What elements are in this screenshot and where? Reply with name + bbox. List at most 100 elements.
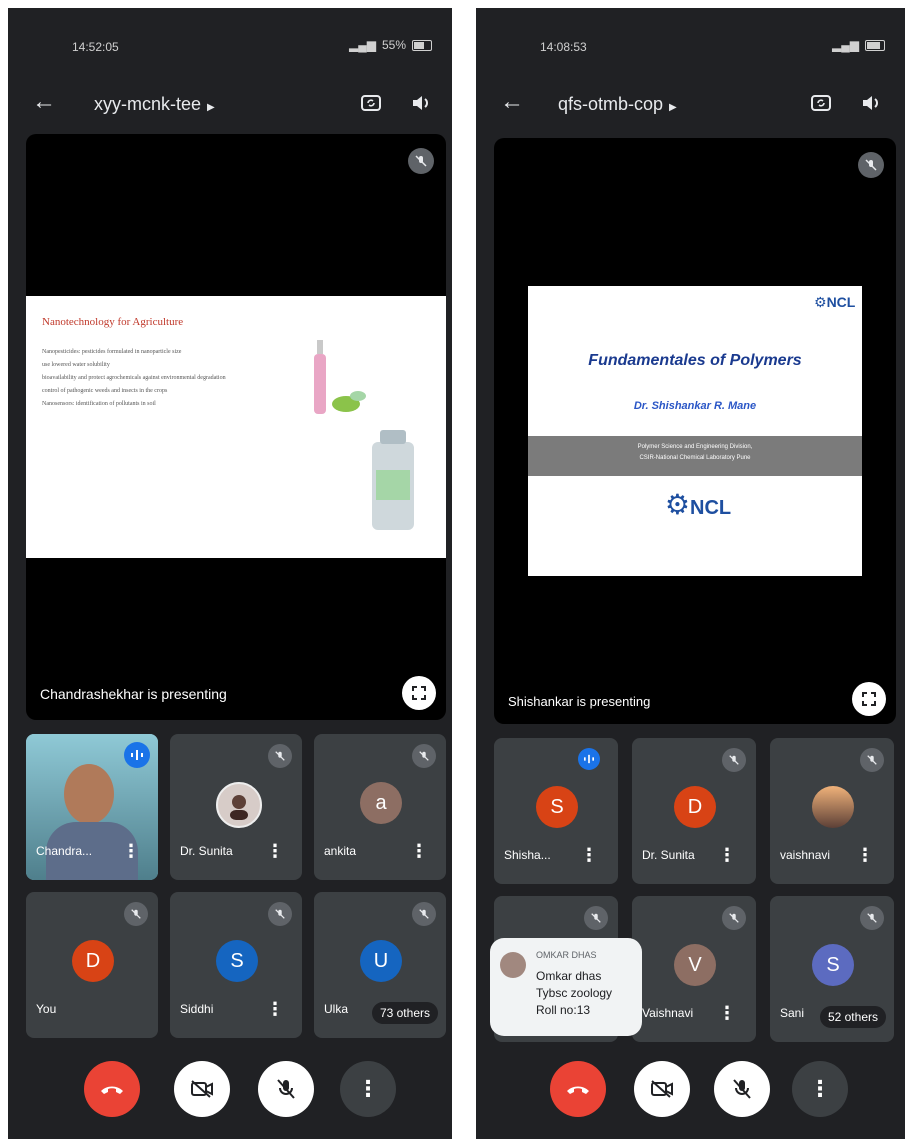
- logo-text: NCL: [826, 294, 856, 310]
- avatar: [216, 782, 262, 828]
- slide-bullet: bioavailability and protect agrochemical…: [42, 375, 226, 381]
- more-options-icon[interactable]: ⋮: [718, 845, 736, 866]
- division-line: CSIR-National Chemical Laboratory Pune: [639, 455, 751, 461]
- participant-name: Siddhi: [180, 1002, 214, 1016]
- back-arrow-icon[interactable]: ←: [32, 88, 56, 116]
- more-options-icon[interactable]: ⋮: [856, 845, 874, 866]
- mic-off-button[interactable]: [258, 1061, 314, 1117]
- participant-name: Dr. Sunita: [642, 848, 695, 862]
- more-options-button[interactable]: ⋮: [792, 1061, 848, 1117]
- status-time: 14:08:53: [540, 40, 587, 54]
- battery-icon: [412, 39, 432, 51]
- left-phone-screen: 14:52:05 ▂▄▆ 55% ← xyy-mcnk-tee ▶ Nanotec…: [8, 8, 452, 1139]
- chat-sender: OMKAR DHAS: [536, 950, 597, 960]
- slide-title: Nanotechnology for Agriculture: [42, 316, 184, 328]
- status-bar: 14:52:05 ▂▄▆ 55%: [8, 8, 452, 68]
- meeting-code-text: xyy-mcnk-tee: [94, 94, 202, 114]
- avatar: D: [674, 786, 716, 828]
- more-options-icon[interactable]: ⋮: [580, 845, 598, 866]
- hang-up-button[interactable]: [550, 1061, 606, 1117]
- status-bar: 14:08:53 ▂▄▆: [476, 8, 905, 68]
- mic-off-icon: [584, 906, 608, 930]
- call-controls: ⋮: [8, 1061, 452, 1121]
- mic-off-button[interactable]: [714, 1061, 770, 1117]
- switch-camera-icon[interactable]: [806, 88, 836, 118]
- caret-right-icon: ▶: [207, 102, 215, 113]
- participant-name: You: [36, 1002, 57, 1016]
- switch-camera-icon[interactable]: [356, 88, 386, 118]
- participant-tile[interactable]: D Dr. Sunita ⋮: [632, 738, 756, 884]
- avatar: D: [72, 940, 114, 982]
- more-options-icon[interactable]: ⋮: [266, 841, 284, 862]
- mic-off-icon: [860, 748, 884, 772]
- more-options-icon[interactable]: ⋮: [718, 1003, 736, 1024]
- mic-off-icon: [124, 902, 148, 926]
- shared-slide: ⚙NCL Fundamentales of Polymers Dr. Shish…: [528, 286, 862, 576]
- meeting-code[interactable]: qfs-otmb-cop ▶: [558, 94, 677, 115]
- more-options-icon[interactable]: ⋮: [266, 999, 284, 1020]
- meeting-code[interactable]: xyy-mcnk-tee ▶: [94, 94, 215, 115]
- ncl-logo-large: ⚙NCL: [664, 489, 732, 520]
- fullscreen-icon[interactable]: [402, 676, 436, 710]
- mic-off-icon: [722, 906, 746, 930]
- status-icons: ▂▄▆: [832, 38, 885, 52]
- hang-up-button[interactable]: [84, 1061, 140, 1117]
- avatar: U: [360, 940, 402, 982]
- avatar: S: [812, 944, 854, 986]
- presentation-stage[interactable]: ⚙NCL Fundamentales of Polymers Dr. Shish…: [494, 138, 896, 724]
- fullscreen-icon[interactable]: [852, 682, 886, 716]
- presentation-stage[interactable]: Nanotechnology for Agriculture Nanopesti…: [26, 134, 446, 720]
- participant-tile-self[interactable]: D You: [26, 892, 158, 1038]
- shared-slide: Nanotechnology for Agriculture Nanopesti…: [26, 296, 446, 558]
- slide-bullet: control of pathogenic weeds and insects …: [42, 388, 168, 394]
- participant-name: Shisha...: [504, 848, 551, 862]
- participant-name: Sani: [780, 1006, 805, 1020]
- signal-icon: ▂▄▆: [832, 38, 859, 52]
- app-bar: ← xyy-mcnk-tee ▶: [8, 82, 452, 126]
- mic-off-icon: [858, 152, 884, 178]
- mic-off-icon: [268, 744, 292, 768]
- logo-text: NCL: [690, 497, 732, 519]
- presenting-label: Chandrashekhar is presenting: [40, 686, 227, 702]
- participant-name: Dr. Sunita: [180, 844, 233, 858]
- participant-tile-overflow[interactable]: U Ulka 73 others: [314, 892, 446, 1038]
- participant-tile[interactable]: vaishnavi ⋮: [770, 738, 894, 884]
- participant-tile-overflow[interactable]: S Sani 52 others: [770, 896, 894, 1042]
- speaker-icon[interactable]: [856, 88, 886, 118]
- chat-message-popup[interactable]: OMKAR DHAS Omkar dhas Tybsc zoology Roll…: [490, 938, 642, 1036]
- mic-off-icon: [268, 902, 292, 926]
- participant-tile[interactable]: a ankita ⋮: [314, 734, 446, 880]
- chat-line: Tybsc zoology: [536, 986, 613, 1000]
- participant-name: Ulka: [324, 1002, 349, 1016]
- meeting-code-text: qfs-otmb-cop: [558, 94, 664, 114]
- others-count[interactable]: 73 others: [371, 1002, 438, 1024]
- more-options-button[interactable]: ⋮: [340, 1061, 396, 1117]
- status-icons: ▂▄▆ 55%: [349, 38, 432, 52]
- others-count[interactable]: 52 others: [819, 1006, 886, 1028]
- battery-icon: [865, 39, 885, 51]
- avatar: V: [674, 944, 716, 986]
- slide-division-band: Polymer Science and Engineering Division…: [528, 436, 862, 476]
- back-arrow-icon[interactable]: ←: [500, 88, 524, 116]
- more-options-icon[interactable]: ⋮: [410, 841, 428, 862]
- battery-percent: 55%: [381, 38, 406, 52]
- participant-tile[interactable]: V Vaishnavi ⋮: [632, 896, 756, 1042]
- participant-tile[interactable]: Chandra... ⋮: [26, 734, 158, 880]
- camera-off-button[interactable]: [174, 1061, 230, 1117]
- avatar: a: [360, 782, 402, 824]
- speaker-icon[interactable]: [406, 88, 436, 118]
- participant-tile[interactable]: S Shisha... ⋮: [494, 738, 618, 884]
- participant-tile[interactable]: Dr. Sunita ⋮: [170, 734, 302, 880]
- camera-off-button[interactable]: [634, 1061, 690, 1117]
- face-shape: [64, 764, 114, 824]
- participant-name: Vaishnavi: [642, 1006, 694, 1020]
- participant-name: vaishnavi: [780, 848, 831, 862]
- status-time: 14:52:05: [72, 40, 119, 54]
- presenting-label: Shishankar is presenting: [508, 694, 651, 709]
- more-options-icon[interactable]: ⋮: [122, 841, 140, 862]
- slide-title: Fundamentales of Polymers: [588, 352, 802, 369]
- more-vertical-icon: ⋮: [809, 1076, 831, 1101]
- avatar: S: [536, 786, 578, 828]
- speaking-indicator-icon: [578, 748, 600, 770]
- participant-tile[interactable]: S Siddhi ⋮: [170, 892, 302, 1038]
